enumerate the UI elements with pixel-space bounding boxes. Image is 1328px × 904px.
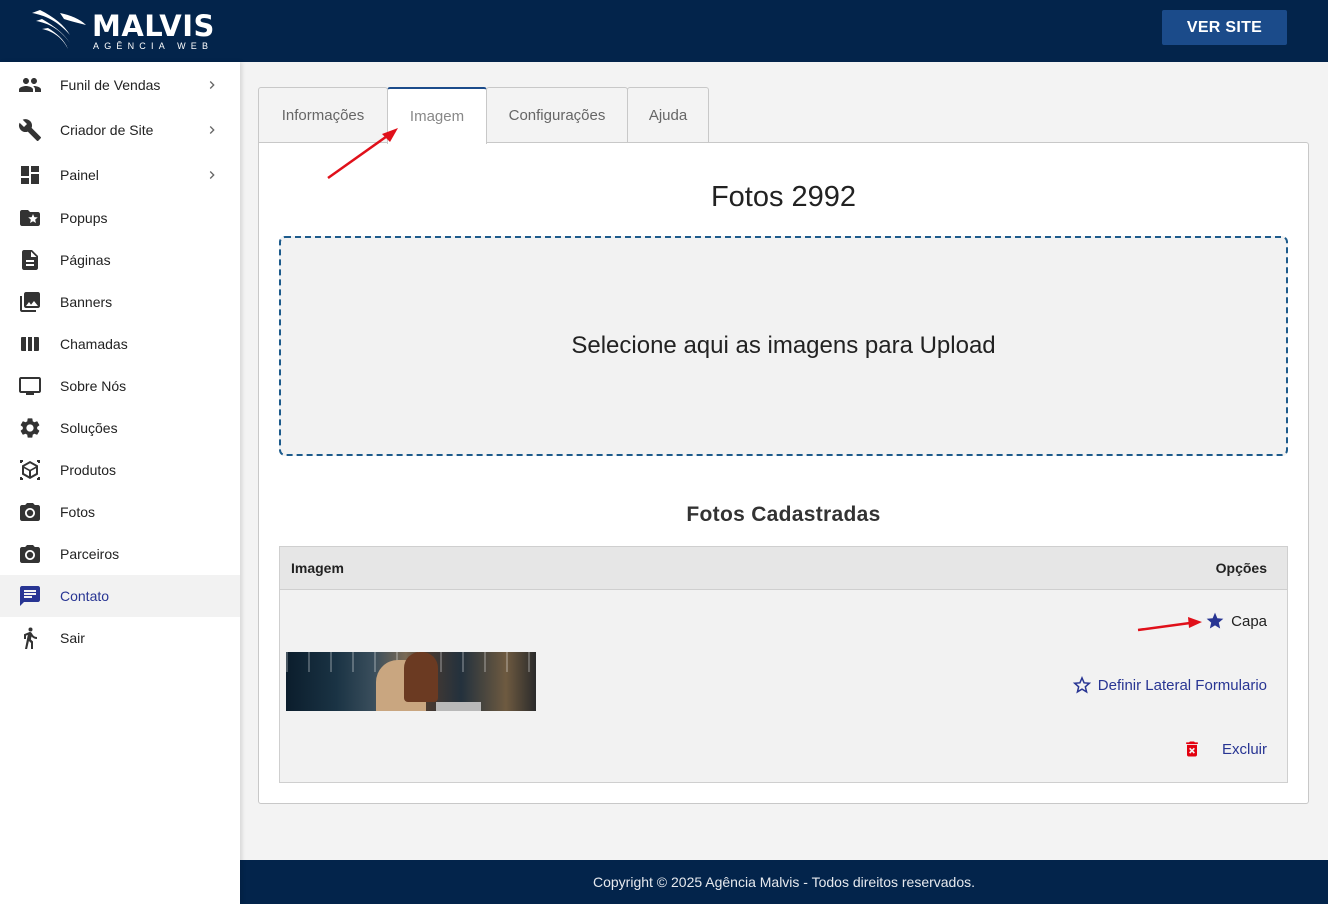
photos-table: Imagem Opções Capa Definir Lateral Formu… xyxy=(279,546,1288,783)
brand-subtitle: AGÊNCIA WEB xyxy=(93,41,214,51)
sidebar-item-label: Soluções xyxy=(60,420,118,436)
sidebar-item-chamadas[interactable]: Chamadas xyxy=(0,323,240,365)
sidebar: Funil de Vendas Criador de Site Painel P… xyxy=(0,62,240,904)
tab-imagem[interactable]: Imagem xyxy=(387,87,487,144)
camera-icon xyxy=(18,542,42,566)
wings-logo-icon xyxy=(32,10,86,49)
column-header-image: Imagem xyxy=(291,560,344,576)
excluir-link[interactable]: Excluir xyxy=(1182,739,1267,759)
sidebar-item-label: Parceiros xyxy=(60,546,120,562)
sidebar-item-label: Sair xyxy=(60,630,85,646)
upload-dropzone[interactable]: Selecione aqui as imagens para Upload xyxy=(279,236,1288,456)
sidebar-item-label: Fotos xyxy=(60,504,96,520)
tab-bar: Informações Imagem Configurações Ajuda xyxy=(258,87,709,144)
footer: Copyright © 2025 Agência Malvis - Todos … xyxy=(240,860,1328,904)
brand-name: MALVIS xyxy=(92,9,215,43)
sidebar-item-label: Popups xyxy=(60,210,108,226)
column-header-options: Opções xyxy=(1215,560,1267,576)
sidebar-item-label: Criador de Site xyxy=(60,121,154,138)
sidebar-item-label: Páginas xyxy=(60,252,111,268)
sidebar-item-sobre-nos[interactable]: Sobre Nós xyxy=(0,365,240,407)
sidebar-item-label: Produtos xyxy=(60,462,117,478)
chevron-right-icon xyxy=(204,77,220,93)
top-bar: MALVIS AGÊNCIA WEB VER SITE xyxy=(0,0,1328,62)
sidebar-item-parceiros[interactable]: Parceiros xyxy=(0,533,240,575)
ver-site-button[interactable]: VER SITE xyxy=(1162,10,1287,45)
chevron-right-icon xyxy=(204,167,220,183)
monitor-icon xyxy=(18,374,42,398)
folder-star-icon xyxy=(18,206,42,230)
sidebar-item-label: Banners xyxy=(60,294,113,310)
table-header: Imagem Opções xyxy=(280,547,1287,590)
tab-informacoes[interactable]: Informações xyxy=(258,87,388,143)
exit-person-icon xyxy=(18,626,42,650)
copyright-text: Copyright © 2025 Agência Malvis - Todos … xyxy=(592,874,976,890)
gear-icon xyxy=(18,416,42,440)
chevron-right-icon xyxy=(204,122,220,138)
sidebar-item-sair[interactable]: Sair xyxy=(0,617,240,659)
camera-icon xyxy=(18,500,42,524)
sidebar-item-label: Contato xyxy=(60,588,110,604)
excluir-label: Excluir xyxy=(1221,740,1267,758)
chat-icon xyxy=(18,584,42,608)
section-title: Fotos Cadastradas xyxy=(686,503,881,526)
tab-panel: Fotos 2992 Selecione aqui as imagens par… xyxy=(258,142,1309,804)
definir-lateral-formulario-link[interactable]: Definir Lateral Formulario xyxy=(1072,675,1267,695)
sidebar-item-produtos[interactable]: Produtos xyxy=(0,449,240,491)
star-outline-icon xyxy=(1072,675,1091,694)
trash-icon xyxy=(1186,741,1198,757)
logo[interactable]: MALVIS AGÊNCIA WEB xyxy=(30,7,214,55)
dashboard-icon xyxy=(18,163,42,187)
photo-thumbnail xyxy=(286,652,536,711)
package-icon xyxy=(18,458,42,482)
columns-icon xyxy=(18,332,42,356)
sidebar-item-banners[interactable]: Banners xyxy=(0,281,240,323)
tab-configuracoes[interactable]: Configurações xyxy=(486,87,628,143)
star-filled-icon xyxy=(1206,612,1224,629)
photo-library-icon xyxy=(18,290,42,314)
sidebar-item-criador-de-site[interactable]: Criador de Site xyxy=(0,107,240,152)
sidebar-item-label: Painel xyxy=(60,166,99,183)
sidebar-item-label: Funil de Vendas xyxy=(60,76,161,93)
sidebar-item-fotos[interactable]: Fotos xyxy=(0,491,240,533)
sidebar-item-solucoes[interactable]: Soluções xyxy=(0,407,240,449)
sidebar-item-label: Sobre Nós xyxy=(60,378,127,394)
sidebar-item-popups[interactable]: Popups xyxy=(0,197,240,239)
main-content: Informações Imagem Configurações Ajuda F… xyxy=(240,62,1328,860)
sidebar-item-paginas[interactable]: Páginas xyxy=(0,239,240,281)
wrench-icon xyxy=(18,118,42,142)
sidebar-item-painel[interactable]: Painel xyxy=(0,152,240,197)
sidebar-item-label: Chamadas xyxy=(60,336,128,352)
people-icon xyxy=(18,73,42,97)
capa-label: Capa xyxy=(1231,612,1267,630)
lateral-label: Definir Lateral Formulario xyxy=(1097,676,1267,694)
sidebar-item-funil-de-vendas[interactable]: Funil de Vendas xyxy=(0,62,240,107)
dropzone-label: Selecione aqui as imagens para Upload xyxy=(571,332,996,359)
capa-option[interactable]: Capa xyxy=(1205,611,1267,631)
document-icon xyxy=(18,248,42,272)
page-title: Fotos 2992 xyxy=(710,181,857,213)
sidebar-item-contato[interactable]: Contato xyxy=(0,575,240,617)
tab-ajuda[interactable]: Ajuda xyxy=(627,87,709,143)
